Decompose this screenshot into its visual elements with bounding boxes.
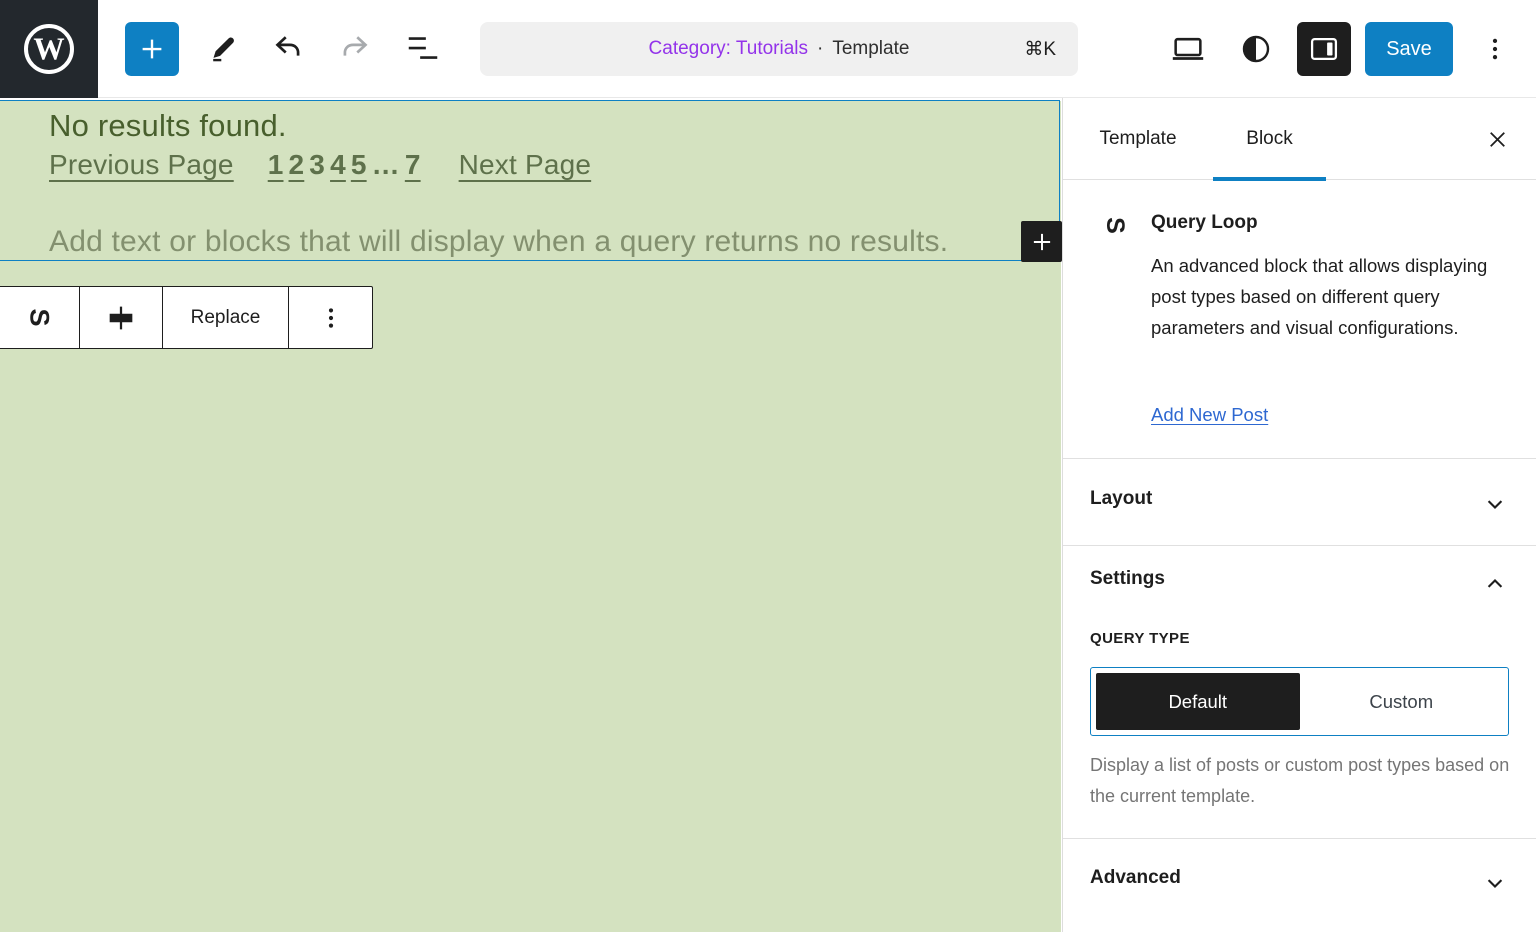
svg-text:W: W — [33, 31, 64, 66]
document-title-context: Category: Tutorials — [649, 38, 808, 60]
wordpress-logo-button[interactable]: W — [0, 0, 98, 98]
pagination-page-1[interactable]: 1 — [268, 149, 284, 181]
panel-layout-label: Layout — [1090, 488, 1152, 510]
active-tab-indicator — [1213, 177, 1326, 181]
pagination-previous-link[interactable]: Previous Page — [49, 149, 234, 181]
pagination-next-link[interactable]: Next Page — [459, 149, 592, 181]
pencil-icon — [203, 31, 239, 67]
replace-button[interactable]: Replace — [163, 287, 289, 348]
command-center-button[interactable]: Category: Tutorials · Template ⌘K — [480, 22, 1078, 76]
block-toolbar: S Replace — [0, 286, 373, 349]
undo-button[interactable] — [263, 25, 311, 73]
contrast-icon — [1238, 31, 1274, 67]
pagination-page-7[interactable]: 7 — [405, 149, 421, 181]
pagination-block: Previous Page 1 2 3 4 5 … 7 Next Page — [49, 149, 591, 181]
kebab-menu-icon — [317, 304, 345, 332]
keyboard-shortcut-hint: ⌘K — [1024, 38, 1056, 61]
block-card-description: An advanced block that allows displaying… — [1151, 250, 1496, 343]
pagination-page-4[interactable]: 4 — [330, 149, 346, 181]
pagination-current-page: 3 — [309, 149, 325, 181]
sidebar-tabs: Template Block — [1063, 98, 1536, 180]
align-center-icon — [104, 301, 138, 335]
no-results-placeholder-text[interactable]: Add text or blocks that will display whe… — [49, 225, 948, 259]
undo-arrow-icon — [268, 30, 306, 68]
plus-icon — [1029, 229, 1055, 255]
query-loop-icon: S — [1099, 210, 1129, 240]
sidebar-panel-icon — [1307, 32, 1341, 66]
close-icon — [1485, 127, 1510, 152]
chevron-down-icon — [1481, 869, 1509, 897]
styles-button[interactable] — [1232, 25, 1280, 73]
query-type-toggle: Default Custom — [1090, 667, 1509, 736]
settings-sidebar-toggle-button[interactable] — [1297, 22, 1351, 76]
query-loop-block-button[interactable]: S — [0, 287, 80, 348]
document-title: Template — [832, 38, 909, 60]
block-inserter-button[interactable] — [125, 22, 179, 76]
add-new-post-link[interactable]: Add New Post — [1151, 404, 1268, 426]
wordpress-logo-icon: W — [19, 19, 79, 79]
close-sidebar-button[interactable] — [1473, 115, 1521, 163]
query-type-custom-option[interactable]: Custom — [1300, 673, 1504, 730]
pagination-page-5[interactable]: 5 — [351, 149, 367, 181]
settings-sidebar: Template Block S Query Loop An advanced … — [1062, 98, 1536, 932]
chevron-up-icon — [1481, 570, 1509, 598]
editor-canvas: No results found. Previous Page 1 2 3 4 … — [0, 98, 1061, 932]
panel-advanced[interactable]: Advanced — [1063, 838, 1536, 928]
query-loop-icon: S — [25, 308, 52, 326]
no-results-heading[interactable]: No results found. — [49, 108, 287, 144]
block-card-title: Query Loop — [1151, 212, 1258, 234]
options-menu-button[interactable] — [1471, 25, 1519, 73]
panel-layout[interactable]: Layout — [1063, 458, 1536, 545]
tab-block[interactable]: Block — [1213, 98, 1326, 180]
panel-settings-label: Settings — [1090, 568, 1165, 590]
align-button[interactable] — [80, 287, 163, 348]
redo-button[interactable] — [332, 25, 380, 73]
edit-tool-button[interactable] — [197, 25, 245, 73]
list-view-button[interactable] — [399, 25, 447, 73]
chevron-down-icon — [1481, 490, 1509, 518]
list-view-icon — [404, 30, 442, 68]
panel-settings[interactable]: Settings — [1063, 545, 1536, 633]
title-separator: · — [817, 38, 823, 60]
query-type-label: QUERY TYPE — [1090, 630, 1190, 647]
pagination-page-2[interactable]: 2 — [289, 149, 305, 181]
save-button[interactable]: Save — [1365, 22, 1453, 76]
pagination-numbers: 1 2 3 4 5 … 7 — [268, 149, 421, 181]
kebab-menu-icon — [1480, 34, 1510, 64]
laptop-icon — [1169, 30, 1207, 68]
panel-advanced-label: Advanced — [1090, 867, 1181, 889]
query-type-default-option[interactable]: Default — [1096, 673, 1300, 730]
view-preview-button[interactable] — [1164, 25, 1212, 73]
editor-top-bar: W Category: Tutorials · Template — [0, 0, 1536, 98]
pagination-ellipsis: … — [372, 149, 400, 181]
block-options-button[interactable] — [289, 287, 372, 348]
redo-arrow-icon — [337, 30, 375, 68]
plus-icon — [137, 34, 167, 64]
tab-template[interactable]: Template — [1063, 98, 1213, 180]
block-appender-button[interactable] — [1021, 221, 1062, 262]
query-type-help-text: Display a list of posts or custom post t… — [1090, 750, 1530, 812]
